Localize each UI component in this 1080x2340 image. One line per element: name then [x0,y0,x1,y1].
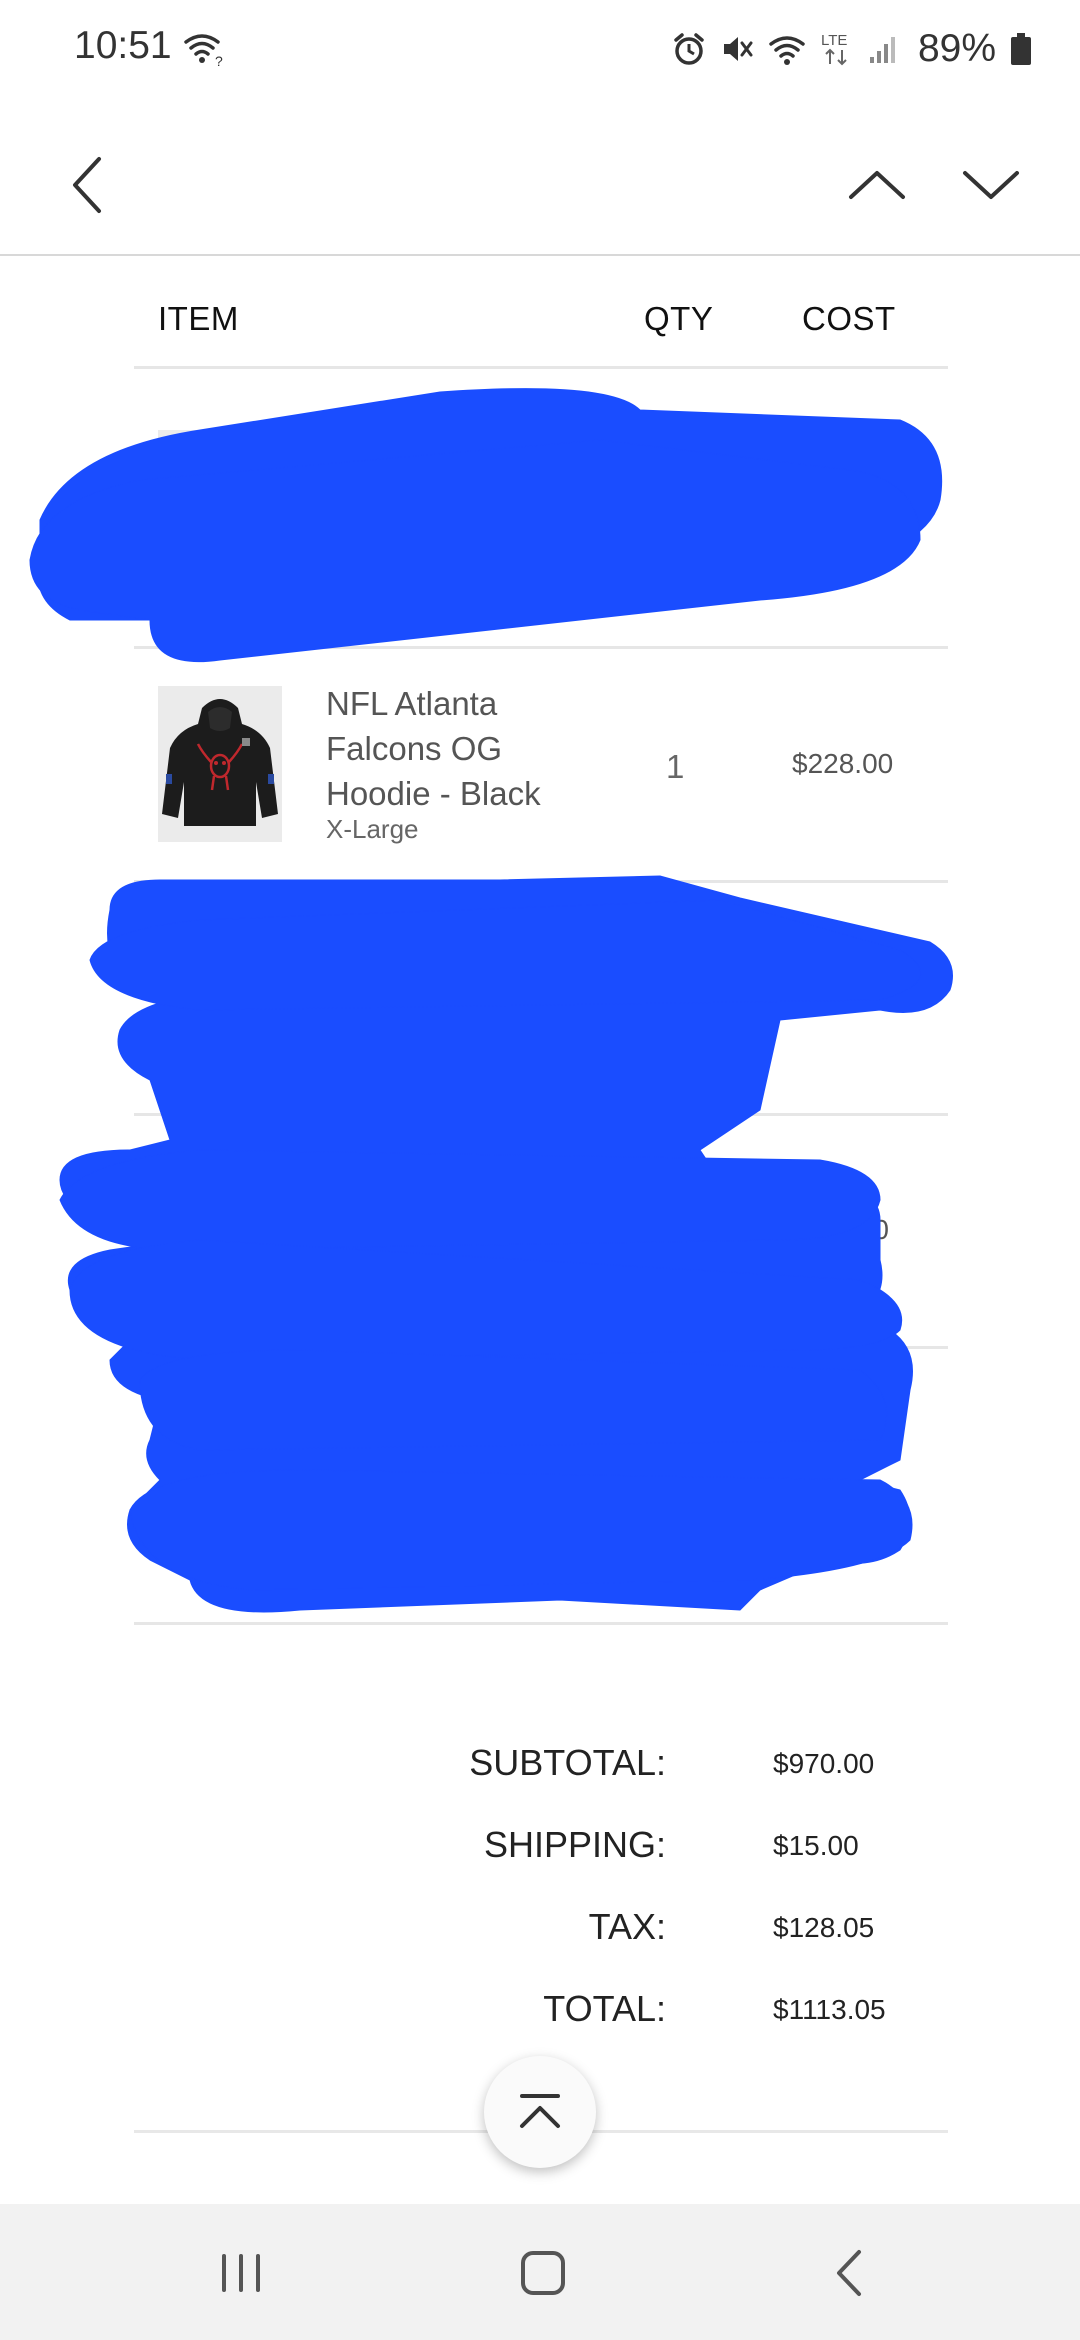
product-cost-partial: .00 [850,1214,889,1245]
table-bottom-divider [134,1622,948,1625]
column-header-item: ITEM [158,300,239,337]
hoodie-image [158,686,282,842]
chevron-down-icon [963,171,1019,199]
subtotal-value: $970.00 [773,1748,875,1779]
product-name: NFL Atlanta Falcons OG Hoodie - Black [326,685,541,812]
tax-value: $128.05 [773,1912,875,1943]
lte-icon: LTE [821,32,847,66]
product-thumbnail [158,686,282,842]
status-bar: 10:51 ? LTE 89% [0,0,1080,100]
mute-icon [723,37,753,61]
column-header-cost: COST [802,300,896,337]
subtotal-label: SUBTOTAL: [469,1742,666,1783]
home-button[interactable] [508,2238,578,2308]
product-qty: 1 [666,748,685,785]
total-label: TOTAL: [543,1988,666,2029]
tax-label: TAX: [588,1906,666,1947]
header-divider [134,366,948,369]
recents-button[interactable] [206,2238,276,2308]
wifi-question-icon: ? [184,34,223,68]
nav-back-icon [837,2250,861,2296]
status-icons: LTE 89% [672,24,1032,74]
battery-icon [1011,33,1031,65]
back-button[interactable] [52,150,122,220]
column-header-qty: QTY [644,300,714,337]
back-chevron-icon [73,157,101,213]
chevron-up-icon [849,171,905,199]
wifi-icon [769,36,805,65]
home-icon [521,2251,565,2295]
row-divider [134,1113,948,1116]
recents-icon [222,2254,260,2292]
scroll-to-top-button[interactable] [484,2056,596,2168]
signal-icon [869,37,895,63]
svg-text:?: ? [215,53,223,68]
previous-message-button[interactable] [842,150,912,220]
total-value: $1113.05 [773,1994,886,2025]
row-divider [134,1346,948,1349]
product-thumbnail [158,430,282,570]
next-message-button[interactable] [956,150,1026,220]
svg-text:LTE: LTE [821,32,847,49]
shipping-value: $15.00 [773,1830,859,1861]
row-divider [134,880,948,883]
status-time: 10:51 [74,24,172,67]
battery-percent: 89% [917,27,996,70]
email-toolbar [0,100,1080,256]
row-divider [134,646,948,649]
alarm-icon [674,33,704,65]
product-cost: $228.00 [792,748,894,779]
redaction-overlay [29,388,953,1613]
nav-back-button[interactable] [814,2238,884,2308]
product-size: X-Large [326,814,419,844]
shipping-label: SHIPPING: [483,1824,666,1865]
scroll-to-top-icon [520,2094,560,2128]
system-nav-bar [0,2204,1080,2340]
